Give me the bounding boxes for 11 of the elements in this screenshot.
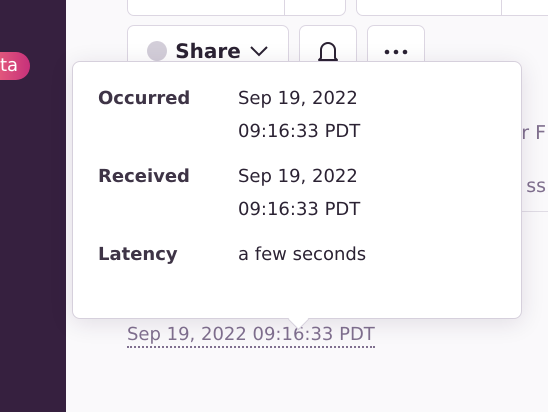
badge: ta [0,52,30,80]
chevron-down-icon [248,45,269,57]
field-label: Occurred [98,87,192,111]
field-value: a few seconds [238,243,366,267]
field-label: Latency [98,243,179,267]
field-value: Sep 19, 2022 09:16:33 PDT [238,165,360,222]
field-value: Sep 19, 2022 09:16:33 PDT [238,87,360,144]
background-text: ss [526,175,546,197]
background-text: r F [521,122,546,144]
ellipsis-icon [384,49,408,55]
field-label: Received [98,165,191,189]
